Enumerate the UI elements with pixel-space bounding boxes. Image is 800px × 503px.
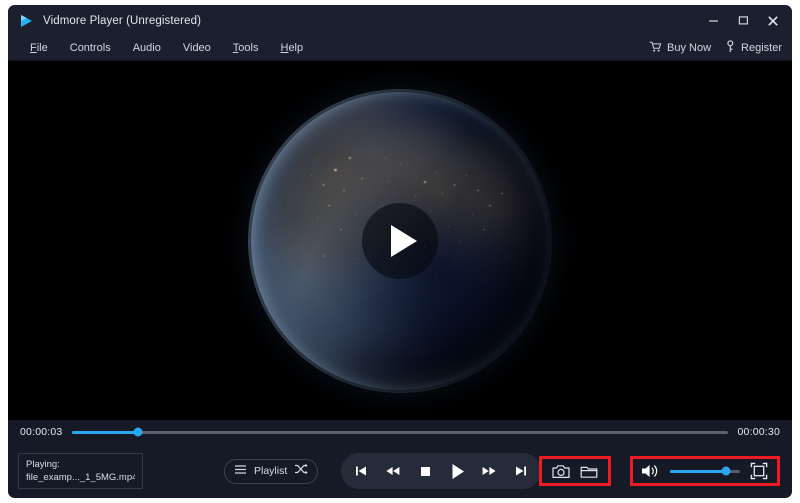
- volume-slider[interactable]: [670, 470, 740, 473]
- playlist-label: Playlist: [254, 465, 287, 477]
- now-playing-status: Playing:: [26, 459, 135, 471]
- menu-label-file-rest: ile: [37, 42, 48, 54]
- fast-forward-button[interactable]: [478, 460, 500, 482]
- now-playing-box: Playing: file_examp..._1_5MG.mp4: [18, 453, 143, 489]
- play-triangle-logo-icon: [17, 12, 35, 30]
- play-button[interactable]: [446, 460, 468, 482]
- register-label: Register: [741, 42, 782, 54]
- menu-item-controls[interactable]: Controls: [59, 36, 122, 60]
- buy-now-label: Buy Now: [667, 42, 711, 54]
- playlist-button[interactable]: Playlist: [224, 459, 318, 484]
- snapshot-tools-group: [539, 456, 611, 486]
- seek-progress-fill: [72, 431, 138, 434]
- shopping-cart-icon: [649, 41, 662, 56]
- menu-item-video[interactable]: Video: [172, 36, 222, 60]
- register-button[interactable]: Register: [725, 40, 782, 56]
- volume-group: [630, 456, 780, 486]
- window-title: Vidmore Player (Unregistered): [43, 15, 201, 27]
- titlebar: Vidmore Player (Unregistered): [8, 5, 792, 36]
- menu-label-tools-rest: ools: [238, 42, 258, 54]
- seek-slider-handle[interactable]: [133, 428, 142, 437]
- menu-item-help[interactable]: Help: [269, 36, 314, 60]
- close-icon[interactable]: [758, 9, 788, 33]
- video-play-overlay-button[interactable]: [362, 203, 438, 279]
- stop-button[interactable]: [414, 460, 436, 482]
- menu-item-tools[interactable]: Tools: [222, 36, 270, 60]
- fullscreen-button[interactable]: [749, 461, 769, 481]
- buy-now-button[interactable]: Buy Now: [649, 41, 711, 56]
- rewind-button[interactable]: [382, 460, 404, 482]
- volume-speaker-icon[interactable]: [641, 461, 661, 481]
- previous-button[interactable]: [350, 460, 372, 482]
- menubar-right-actions: Buy Now Register: [649, 36, 782, 60]
- minimize-icon[interactable]: [698, 9, 728, 33]
- shuffle-icon[interactable]: [294, 462, 308, 480]
- hamburger-list-icon[interactable]: [234, 462, 247, 480]
- now-playing-filename: file_examp..._1_5MG.mp4: [26, 472, 135, 484]
- seek-slider[interactable]: [72, 431, 727, 434]
- snapshot-camera-button[interactable]: [551, 461, 571, 481]
- maximize-icon[interactable]: [728, 9, 758, 33]
- volume-slider-handle[interactable]: [722, 467, 731, 476]
- transport-controls: [341, 453, 541, 489]
- current-time-label: 00:00:03: [20, 426, 62, 438]
- next-button[interactable]: [510, 460, 532, 482]
- menu-item-file[interactable]: File: [19, 36, 59, 60]
- total-time-label: 00:00:30: [738, 426, 780, 438]
- controls-row: Playing: file_examp..._1_5MG.mp4 Playlis…: [8, 444, 792, 498]
- menu-item-audio[interactable]: Audio: [122, 36, 172, 60]
- window-controls: [698, 5, 788, 36]
- key-icon: [725, 40, 736, 56]
- menu-label-help-rest: elp: [288, 42, 303, 54]
- play-icon: [391, 225, 417, 257]
- open-folder-button[interactable]: [579, 461, 599, 481]
- video-area[interactable]: [8, 61, 792, 420]
- app-window: Vidmore Player (Unregistered) File Contr…: [8, 5, 792, 498]
- menubar: File Controls Audio Video Tools Help Buy…: [8, 36, 792, 61]
- volume-level-fill: [670, 470, 726, 473]
- seekbar-row: 00:00:03 00:00:30: [8, 420, 792, 444]
